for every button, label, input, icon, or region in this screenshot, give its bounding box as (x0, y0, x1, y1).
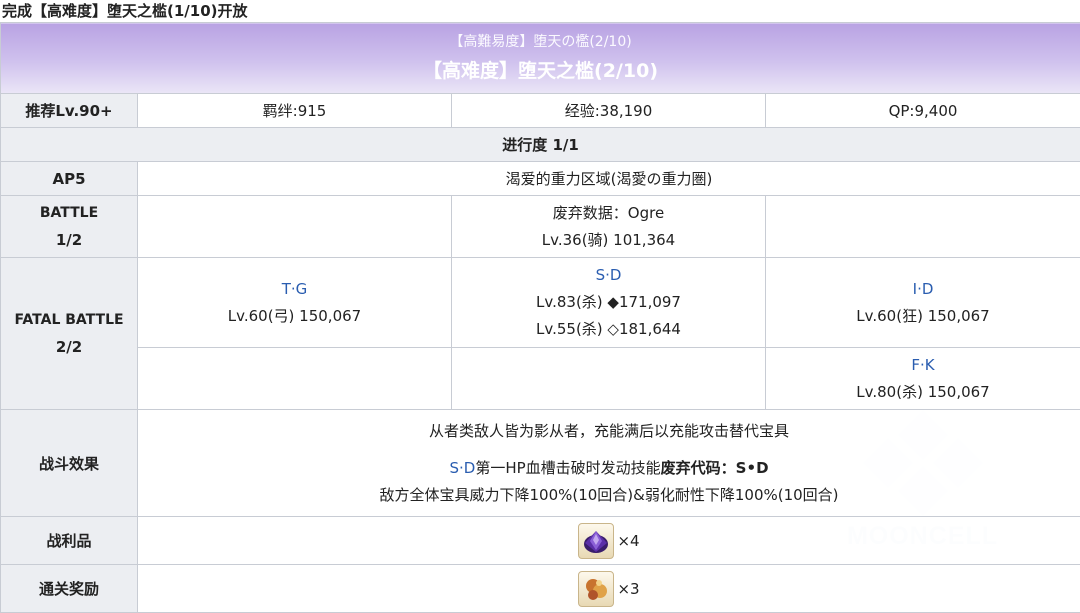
effect-sd-link[interactable]: S·D (450, 459, 476, 477)
effect-line-2: S·D第一HP血槽击破时发动技能废弃代码：S•D (142, 455, 1076, 482)
enemy-sd-stats-1: Lv.83(杀) ◆171,097 (536, 293, 681, 311)
battle1-right-empty (764, 195, 1080, 258)
battle2-left-enemy: T·G Lv.60(弓) 150,067 (137, 257, 452, 348)
battle1-label: BATTLE 1/2 (0, 195, 138, 258)
rewards-label: 通关奖励 (0, 564, 138, 613)
battle1-enemy: 废弃数据：Ogre Lv.36(骑) 101,364 (451, 195, 766, 258)
enemy-tg-link[interactable]: T·G (142, 276, 447, 303)
enemy-tg-stats: Lv.60(弓) 150,067 (227, 306, 362, 325)
battle1-left-empty (137, 195, 452, 258)
effect-line-2-text: 第一HP血槽击破时发动技能 (475, 458, 661, 477)
enemy-id-link[interactable]: I·D (770, 276, 1076, 303)
effect-skill-name: 废弃代码：S•D (660, 458, 769, 477)
enemy-id-stats: Lv.60(狂) 150,067 (856, 306, 990, 325)
quest-banner: 【高難易度】堕天の檻(2/10) 【高难度】堕天之槛(2/10) (0, 22, 1080, 94)
battle2-row2-left-empty (137, 347, 452, 410)
battle2-type: FATAL BATTLE (14, 311, 124, 328)
battle2-mid-enemy: S·D Lv.83(杀) ◆171,097 Lv.55(杀) ◇181,644 (451, 257, 766, 348)
field-name: 渴爱的重力区域(渴愛の重力圏) (136, 161, 1080, 196)
bond-value: 羁绊:915 (137, 93, 452, 128)
quest-table: 【高難易度】堕天の檻(2/10) 【高难度】堕天之槛(2/10) 推荐Lv.90… (0, 22, 1080, 613)
qp-value: QP:9,400 (764, 93, 1080, 128)
battle1-index: 1/2 (55, 230, 83, 249)
battle1-enemy-name: 废弃数据：Ogre (552, 203, 665, 222)
ap-cost: AP5 (0, 161, 138, 196)
quest-title-jp: 【高難易度】堕天の檻(2/10) (449, 34, 632, 50)
enemy-fk-stats: Lv.80(杀) 150,067 (856, 382, 990, 401)
battle1-enemy-stats: Lv.36(骑) 101,364 (541, 230, 676, 249)
recommend-level: 推荐Lv.90+ (0, 93, 138, 128)
progress-label: 进行度 1/1 (0, 127, 1080, 162)
drops-count: ×4 (617, 531, 640, 550)
quest-title-cn: 【高难度】堕天之槛(2/10) (423, 60, 658, 82)
enemy-fk-link[interactable]: F·K (770, 352, 1076, 379)
drops-content: ×4 (136, 516, 1080, 565)
enemy-sd-stats-2: Lv.55(杀) ◇181,644 (536, 320, 681, 338)
drops-label: 战利品 (0, 516, 138, 565)
rewards-content: ×3 (136, 564, 1080, 613)
effects-content: 从者类敌人皆为影从者，充能满后以充能攻击替代宝具 S·D第一HP血槽击破时发动技… (136, 409, 1080, 517)
page-note: 完成【高难度】堕天之槛(1/10)开放 (2, 2, 248, 20)
effects-label: 战斗效果 (0, 409, 138, 517)
battle2-row2-right-enemy: F·K Lv.80(杀) 150,067 (764, 347, 1080, 410)
battle2-right-enemy: I·D Lv.60(狂) 150,067 (764, 257, 1080, 348)
gold-ember-icon[interactable] (578, 570, 615, 607)
enemy-sd-link[interactable]: S·D (456, 262, 761, 289)
exp-value: 经验:38,190 (451, 93, 766, 128)
effect-line-1: 从者类敌人皆为影从者，充能满后以充能攻击替代宝具 (429, 421, 790, 440)
rewards-count: ×3 (617, 579, 640, 598)
battle2-label: FATAL BATTLE 2/2 (0, 257, 138, 410)
battle1-type: BATTLE (39, 204, 99, 221)
battle2-index: 2/2 (55, 337, 83, 356)
purple-gem-icon[interactable] (578, 522, 615, 559)
battle2-row2-mid-empty (451, 347, 766, 410)
effect-line-3: 敌方全体宝具威力下降100%(10回合)&弱化耐性下降100%(10回合) (379, 485, 839, 504)
